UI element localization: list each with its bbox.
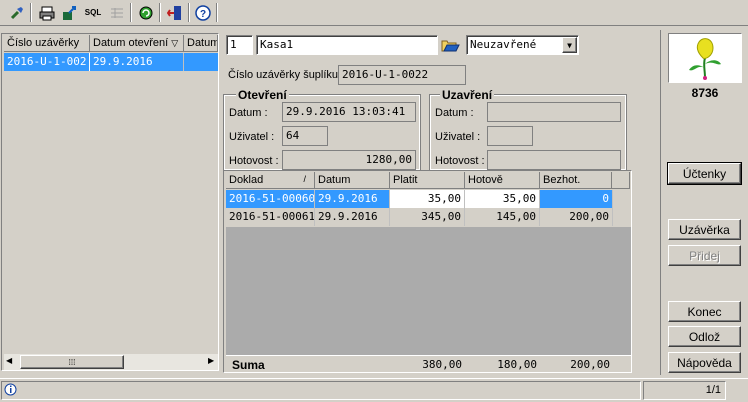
end-button[interactable]: Konec [668,301,741,322]
cell-hotove: 145,00 [465,208,540,226]
grid-icon[interactable] [106,2,128,23]
opening-user-label: Uživatel : [229,131,275,143]
toolbar-separator [130,3,132,22]
grid-empty-area [226,227,631,355]
scroll-right-icon[interactable]: ▶ [208,356,214,365]
receipts-button[interactable]: Účtenky [667,162,742,185]
sum-row: Suma 380,00 180,00 200,00 [226,355,631,372]
opening-date-label: Datum : [229,107,268,119]
horizontal-scrollbar[interactable]: ◀ ⁞⁞⁞ ▶ [4,354,218,370]
sort-icon: ▽ [171,38,179,48]
register-number-field[interactable]: 1 [226,35,253,55]
toolbar-separator [159,3,161,22]
status-message-panel [1,381,641,400]
info-icon [4,383,17,396]
column-header[interactable]: Doklad / [226,172,315,189]
opening-cash-label: Hotovost : [229,155,279,167]
sum-platit: 380,00 [422,358,462,371]
sum-hotove: 180,00 [497,358,537,371]
opening-date-field: 29.9.2016 13:03:41 [282,102,416,122]
page-indicator: 1/1 [643,381,726,400]
column-header[interactable]: Platit [390,172,465,189]
tool-icon[interactable] [6,2,28,23]
safe-number-field: 2016-U-1-0022 [338,65,466,85]
closing-date-label: Datum : [435,107,474,119]
toolbar-separator [216,3,218,22]
column-header[interactable]: Datum otevření ▽ [90,35,184,52]
open-folder-icon[interactable] [440,36,460,54]
table-row[interactable]: 2016-51-00061 29.9.2016 345,00 145,00 20… [226,208,613,226]
closing-user-label: Uživatel : [435,131,481,143]
logo-box [668,33,742,83]
column-header[interactable]: Datum [184,35,218,52]
toolbar: SQL ? [0,0,748,26]
column-header[interactable]: Hotově [465,172,540,189]
exit-icon[interactable] [164,2,186,23]
safe-label: Číslo uzávěrky šuplíku [228,69,339,81]
divider [660,30,661,375]
column-header[interactable]: Číslo uzávěrky [4,35,90,52]
closing-title: Uzavření [440,88,495,102]
sum-bezhot: 200,00 [570,358,610,371]
cell-hotove: 35,00 [465,190,540,208]
sum-label: Suma [232,358,265,372]
opening-title: Otevření [236,88,289,102]
column-header[interactable]: Bezhot. [540,172,612,189]
toolbar-separator [188,3,190,22]
table-row[interactable]: 2016-51-00060 29.9.2016 35,00 35,00 0 [226,190,613,208]
closing-cash-field [487,150,621,170]
cell-datum: 29.9.2016 [90,53,184,71]
add-button[interactable]: Přidej [668,245,741,266]
table-row[interactable]: 2016-U-1-002 29.9.2016 [4,53,218,71]
closing-date-field [487,102,621,122]
cell-bezhot: 0 [540,190,613,208]
register-name-field[interactable]: Kasa1 [256,35,438,55]
cell-platit: 35,00 [390,190,465,208]
cell-cislo: 2016-U-1-002 [4,53,90,71]
cell-platit: 345,00 [390,208,465,226]
state-select[interactable]: Neuzavřené ▼ [466,35,579,55]
svg-text:?: ? [200,9,206,20]
cell-doklad: 2016-51-00061 [226,208,315,226]
export-icon[interactable] [58,2,80,23]
cell-datum: 29.9.2016 [315,190,390,208]
refresh-icon[interactable] [135,2,157,23]
cell-doklad: 2016-51-00060 [226,190,315,208]
closing-cash-label: Hotovost : [435,155,485,167]
sql-icon[interactable]: SQL [81,2,105,23]
scroll-left-icon[interactable]: ◀ [6,356,12,365]
print-icon[interactable] [36,2,58,23]
status-bar: 1/1 [0,378,748,402]
closings-grid: Číslo uzávěrky Datum otevření ▽ Datum 20… [1,33,219,371]
closing-button[interactable]: Uzávěrka [668,219,741,240]
opening-cash-field: 1280,00 [282,150,416,170]
cell-bezhot: 200,00 [540,208,613,226]
chevron-down-icon[interactable]: ▼ [562,37,577,53]
documents-grid: Doklad / Datum Platit Hotově Bezhot. 2016… [223,170,632,373]
toolbar-separator [30,3,32,22]
help-button[interactable]: Nápověda [668,352,741,373]
closing-user-field [487,126,533,146]
help-icon[interactable]: ? [192,2,214,23]
postpone-button[interactable]: Odlož [668,326,741,347]
logo-code: 8736 [691,86,719,100]
cell-datum: 29.9.2016 [315,208,390,226]
column-header[interactable]: Datum [315,172,390,189]
column-header-filler [612,172,630,189]
sort-icon: / [303,174,306,184]
flower-logo-icon [689,38,721,80]
opening-user-field: 64 [282,126,328,146]
scroll-thumb[interactable]: ⁞⁞⁞ [20,355,124,369]
